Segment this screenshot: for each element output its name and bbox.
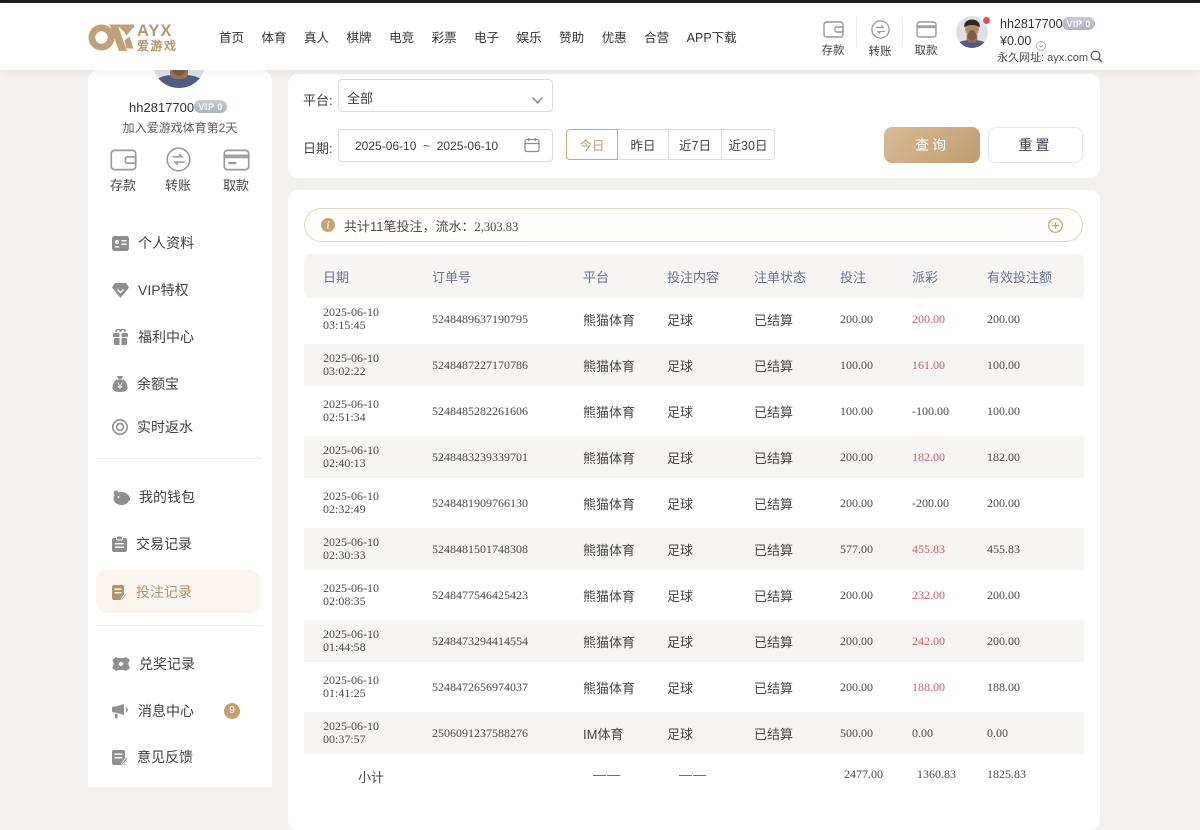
- svg-text:i: i: [327, 221, 330, 232]
- svg-text:¥: ¥: [116, 381, 123, 391]
